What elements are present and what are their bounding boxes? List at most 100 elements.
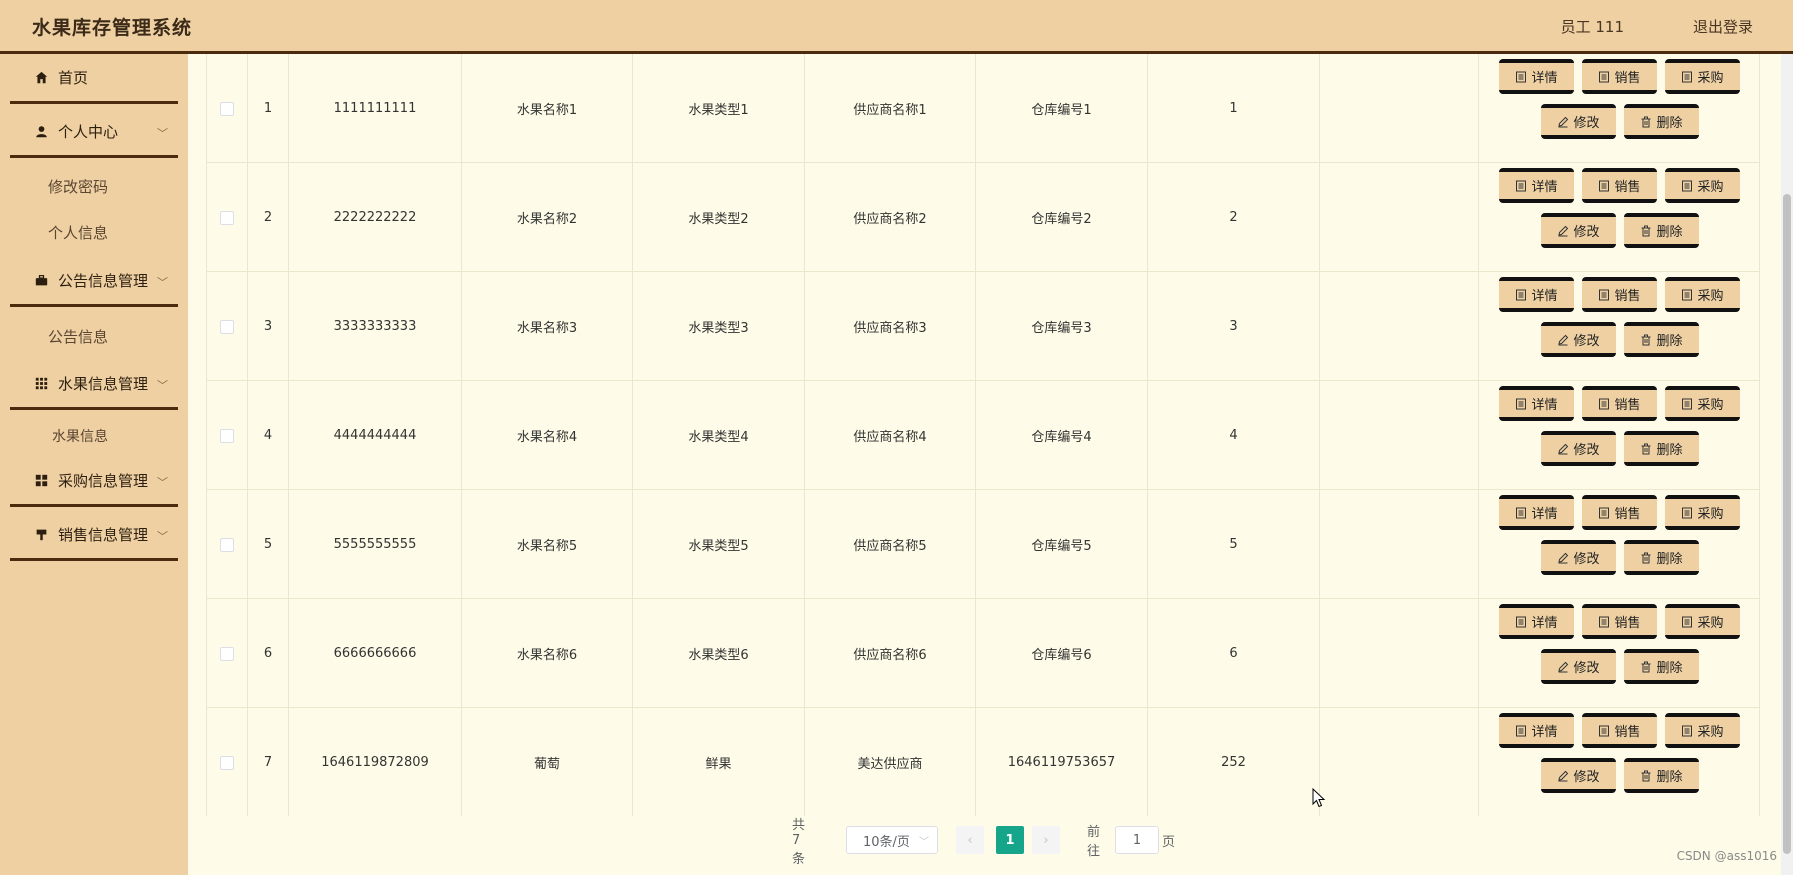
purchase-button[interactable]: 采购 [1665, 495, 1740, 530]
current-page-button[interactable]: 1 [996, 826, 1024, 854]
prev-page-button[interactable]: ‹ [956, 826, 984, 854]
sidebar-item-personal-info[interactable]: 个人信息 [48, 222, 108, 243]
fruit-name: 水果名称3 [462, 272, 633, 381]
warehouse-number: 仓库编号1 [976, 54, 1148, 163]
row-checkbox[interactable] [220, 319, 234, 334]
fruit-code: 3333333333 [289, 272, 462, 381]
detail-button[interactable]: 详情 [1499, 604, 1574, 639]
purchase-button[interactable]: 采购 [1665, 604, 1740, 639]
sidebar-item-label: 个人中心 [58, 123, 119, 141]
delete-button[interactable]: 删除 [1624, 322, 1699, 357]
sell-button[interactable]: 销售 [1582, 604, 1657, 639]
pencil-icon [1558, 116, 1569, 127]
document-icon [1516, 507, 1527, 518]
chevron-left-icon: ‹ [967, 832, 973, 848]
document-icon [1682, 725, 1693, 736]
delete-label: 删除 [1656, 116, 1683, 131]
sidebar-item-sales-management[interactable]: 销售信息管理 ﹀ [10, 511, 178, 561]
sidebar-item-fruit-management[interactable]: 水果信息管理 ﹀ [10, 360, 178, 410]
purchase-button[interactable]: 采购 [1665, 713, 1740, 748]
sidebar-item-personal-center[interactable]: 个人中心 ﹀ [10, 108, 178, 158]
spacer-cell [1320, 54, 1479, 163]
purchase-button[interactable]: 采购 [1665, 59, 1740, 94]
fruit-type: 水果类型5 [633, 490, 805, 599]
detail-button[interactable]: 详情 [1499, 495, 1574, 530]
delete-label: 删除 [1656, 552, 1683, 567]
sidebar-item-purchase-management[interactable]: 采购信息管理 ﹀ [10, 457, 178, 507]
delete-button[interactable]: 删除 [1624, 649, 1699, 684]
document-icon [1599, 507, 1610, 518]
sidebar-item-home[interactable]: 首页 [10, 54, 178, 104]
row-checkbox[interactable] [220, 101, 234, 116]
scrollbar-thumb[interactable] [1783, 194, 1791, 854]
sell-button[interactable]: 销售 [1582, 168, 1657, 203]
edit-button[interactable]: 修改 [1541, 104, 1616, 139]
delete-button[interactable]: 删除 [1624, 213, 1699, 248]
warehouse-number: 仓库编号3 [976, 272, 1148, 381]
sidebar-item-fruit-info[interactable]: 水果信息 [52, 426, 108, 446]
row-checkbox[interactable] [220, 755, 234, 770]
sidebar: 首页 个人中心 ﹀ 修改密码 个人信息 公告信息管理 ﹀ 公告信息 水果信息管理… [0, 54, 188, 875]
fruit-name: 水果名称6 [462, 599, 633, 708]
purchase-button[interactable]: 采购 [1665, 386, 1740, 421]
sell-button[interactable]: 销售 [1582, 495, 1657, 530]
edit-button[interactable]: 修改 [1541, 649, 1616, 684]
sell-button[interactable]: 销售 [1582, 386, 1657, 421]
delete-button[interactable]: 删除 [1624, 104, 1699, 139]
trash-icon [1641, 443, 1651, 454]
detail-label: 详情 [1531, 180, 1558, 195]
detail-label: 详情 [1531, 398, 1558, 413]
detail-button[interactable]: 详情 [1499, 386, 1574, 421]
row-actions: 详情 销售 采购 修改 删除 [1479, 381, 1759, 490]
pagination-total: 共 7 条 [792, 817, 806, 867]
sidebar-item-change-password[interactable]: 修改密码 [48, 176, 108, 197]
next-page-button[interactable]: › [1032, 826, 1060, 854]
delete-button[interactable]: 删除 [1624, 431, 1699, 466]
spacer-cell [1320, 272, 1479, 381]
purchase-label: 采购 [1697, 616, 1724, 631]
row-index: 4 [248, 381, 289, 490]
vertical-scrollbar[interactable] [1781, 54, 1793, 875]
page-size-select[interactable]: 10条/页 ﹀ [846, 826, 938, 854]
sidebar-item-notice-management[interactable]: 公告信息管理 ﹀ [10, 257, 178, 307]
delete-button[interactable]: 删除 [1624, 540, 1699, 575]
row-checkbox[interactable] [220, 646, 234, 661]
edit-button[interactable]: 修改 [1541, 758, 1616, 793]
delete-label: 删除 [1656, 770, 1683, 785]
page-size-value: 10条/页 [863, 834, 910, 850]
fruit-type: 水果类型6 [633, 599, 805, 708]
row-checkbox[interactable] [220, 428, 234, 443]
logout-link[interactable]: 退出登录 [1693, 16, 1753, 37]
edit-button[interactable]: 修改 [1541, 213, 1616, 248]
edit-button[interactable]: 修改 [1541, 431, 1616, 466]
sell-button[interactable]: 销售 [1582, 277, 1657, 312]
detail-button[interactable]: 详情 [1499, 713, 1574, 748]
row-index: 1 [248, 54, 289, 163]
goto-page-input[interactable]: 1 [1115, 826, 1159, 854]
edit-button[interactable]: 修改 [1541, 322, 1616, 357]
row-checkbox[interactable] [220, 537, 234, 552]
edit-button[interactable]: 修改 [1541, 540, 1616, 575]
purchase-button[interactable]: 采购 [1665, 277, 1740, 312]
purchase-label: 采购 [1697, 725, 1724, 740]
purchase-button[interactable]: 采购 [1665, 168, 1740, 203]
row-index: 6 [248, 599, 289, 708]
row-index: 7 [248, 708, 289, 816]
detail-button[interactable]: 详情 [1499, 168, 1574, 203]
detail-button[interactable]: 详情 [1499, 277, 1574, 312]
row-checkbox[interactable] [220, 210, 234, 225]
quantity: 5 [1148, 490, 1320, 599]
sell-label: 销售 [1614, 398, 1641, 413]
sidebar-item-notice-info[interactable]: 公告信息 [48, 326, 108, 347]
sidebar-item-label: 水果信息管理 [58, 375, 149, 393]
purchase-label: 采购 [1697, 71, 1724, 86]
sell-button[interactable]: 销售 [1582, 713, 1657, 748]
pencil-icon [1558, 334, 1569, 345]
document-icon [1516, 180, 1527, 191]
delete-button[interactable]: 删除 [1624, 758, 1699, 793]
table-row: 1 1111111111 水果名称1 水果类型1 供应商名称1 仓库编号1 1 … [207, 54, 1759, 163]
document-icon [1599, 180, 1610, 191]
sell-button[interactable]: 销售 [1582, 59, 1657, 94]
trash-icon [1641, 770, 1651, 781]
detail-button[interactable]: 详情 [1499, 59, 1574, 94]
